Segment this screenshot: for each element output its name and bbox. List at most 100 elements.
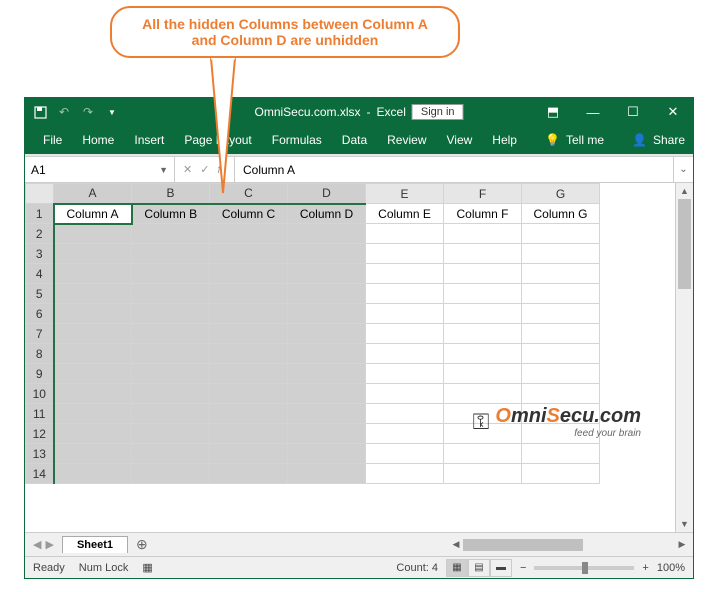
cell-F4[interactable] <box>444 264 522 284</box>
col-header-E[interactable]: E <box>366 184 444 204</box>
cell-A11[interactable] <box>54 404 132 424</box>
cell-D11[interactable] <box>288 404 366 424</box>
col-header-D[interactable]: D <box>288 184 366 204</box>
cell-C2[interactable] <box>210 224 288 244</box>
cell-A12[interactable] <box>54 424 132 444</box>
cell-D5[interactable] <box>288 284 366 304</box>
row-header-1[interactable]: 1 <box>26 204 54 224</box>
cell-D1[interactable]: Column D <box>288 204 366 224</box>
cell-D4[interactable] <box>288 264 366 284</box>
tab-insert[interactable]: Insert <box>124 126 174 154</box>
cell-E11[interactable] <box>366 404 444 424</box>
cell-C4[interactable] <box>210 264 288 284</box>
cell-B13[interactable] <box>132 444 210 464</box>
cell-G1[interactable]: Column G <box>522 204 600 224</box>
cell-E10[interactable] <box>366 384 444 404</box>
cell-G10[interactable] <box>522 384 600 404</box>
cell-F7[interactable] <box>444 324 522 344</box>
cell-D13[interactable] <box>288 444 366 464</box>
cell-C5[interactable] <box>210 284 288 304</box>
cell-G13[interactable] <box>522 444 600 464</box>
cell-G3[interactable] <box>522 244 600 264</box>
maximize-icon[interactable]: ☐ <box>613 98 653 126</box>
scroll-left-icon[interactable]: ◀ <box>449 539 463 550</box>
row-header-13[interactable]: 13 <box>26 444 54 464</box>
cell-C14[interactable] <box>210 464 288 484</box>
row-header-4[interactable]: 4 <box>26 264 54 284</box>
cell-D12[interactable] <box>288 424 366 444</box>
row-header-5[interactable]: 5 <box>26 284 54 304</box>
cell-A3[interactable] <box>54 244 132 264</box>
close-icon[interactable]: ✕ <box>653 98 693 126</box>
tab-file[interactable]: File <box>33 126 72 154</box>
cell-C7[interactable] <box>210 324 288 344</box>
minimize-icon[interactable]: — <box>573 98 613 126</box>
row-header-6[interactable]: 6 <box>26 304 54 324</box>
cell-A14[interactable] <box>54 464 132 484</box>
cell-E8[interactable] <box>366 344 444 364</box>
cell-E13[interactable] <box>366 444 444 464</box>
col-header-G[interactable]: G <box>522 184 600 204</box>
tab-home[interactable]: Home <box>72 126 124 154</box>
cell-B2[interactable] <box>132 224 210 244</box>
cell-G4[interactable] <box>522 264 600 284</box>
scroll-v-thumb[interactable] <box>678 199 691 289</box>
sheet-nav-prev-icon[interactable]: ◀ <box>33 538 41 551</box>
zoom-out-icon[interactable]: − <box>520 562 526 574</box>
cell-B8[interactable] <box>132 344 210 364</box>
cell-C11[interactable] <box>210 404 288 424</box>
cell-A5[interactable] <box>54 284 132 304</box>
cell-B3[interactable] <box>132 244 210 264</box>
cell-A10[interactable] <box>54 384 132 404</box>
cell-D7[interactable] <box>288 324 366 344</box>
tell-me[interactable]: Tell me <box>566 133 604 147</box>
qat-dropdown-icon[interactable]: ▼ <box>105 105 119 119</box>
cell-B10[interactable] <box>132 384 210 404</box>
tab-review[interactable]: Review <box>377 126 436 154</box>
cell-B6[interactable] <box>132 304 210 324</box>
col-header-F[interactable]: F <box>444 184 522 204</box>
cell-G5[interactable] <box>522 284 600 304</box>
scroll-down-icon[interactable]: ▼ <box>676 516 693 532</box>
cell-G9[interactable] <box>522 364 600 384</box>
cell-F3[interactable] <box>444 244 522 264</box>
cell-E1[interactable]: Column E <box>366 204 444 224</box>
select-all-corner[interactable] <box>26 184 54 204</box>
col-header-B[interactable]: B <box>132 184 210 204</box>
row-header-2[interactable]: 2 <box>26 224 54 244</box>
view-normal-icon[interactable]: ▦ <box>446 559 468 577</box>
cell-E6[interactable] <box>366 304 444 324</box>
cell-A9[interactable] <box>54 364 132 384</box>
cell-B4[interactable] <box>132 264 210 284</box>
row-header-10[interactable]: 10 <box>26 384 54 404</box>
cell-E4[interactable] <box>366 264 444 284</box>
row-header-14[interactable]: 14 <box>26 464 54 484</box>
cell-C6[interactable] <box>210 304 288 324</box>
zoom-slider[interactable] <box>534 566 634 570</box>
cell-B12[interactable] <box>132 424 210 444</box>
vertical-scrollbar[interactable]: ▲ ▼ <box>675 183 693 532</box>
view-page-layout-icon[interactable]: ▤ <box>468 559 490 577</box>
cell-A4[interactable] <box>54 264 132 284</box>
cell-F8[interactable] <box>444 344 522 364</box>
add-sheet-icon[interactable]: ⊕ <box>128 536 156 553</box>
cell-F2[interactable] <box>444 224 522 244</box>
share-button[interactable]: Share <box>653 133 685 147</box>
cell-E2[interactable] <box>366 224 444 244</box>
cell-E5[interactable] <box>366 284 444 304</box>
cell-F9[interactable] <box>444 364 522 384</box>
row-header-7[interactable]: 7 <box>26 324 54 344</box>
col-header-A[interactable]: A <box>54 184 132 204</box>
row-header-3[interactable]: 3 <box>26 244 54 264</box>
tab-view[interactable]: View <box>437 126 483 154</box>
cell-F1[interactable]: Column F <box>444 204 522 224</box>
cell-D8[interactable] <box>288 344 366 364</box>
cell-F10[interactable] <box>444 384 522 404</box>
cell-D9[interactable] <box>288 364 366 384</box>
cell-A6[interactable] <box>54 304 132 324</box>
cell-E3[interactable] <box>366 244 444 264</box>
cell-C3[interactable] <box>210 244 288 264</box>
cell-C1[interactable]: Column C <box>210 204 288 224</box>
cell-F6[interactable] <box>444 304 522 324</box>
ribbon-options-icon[interactable]: ⬒ <box>533 98 573 126</box>
